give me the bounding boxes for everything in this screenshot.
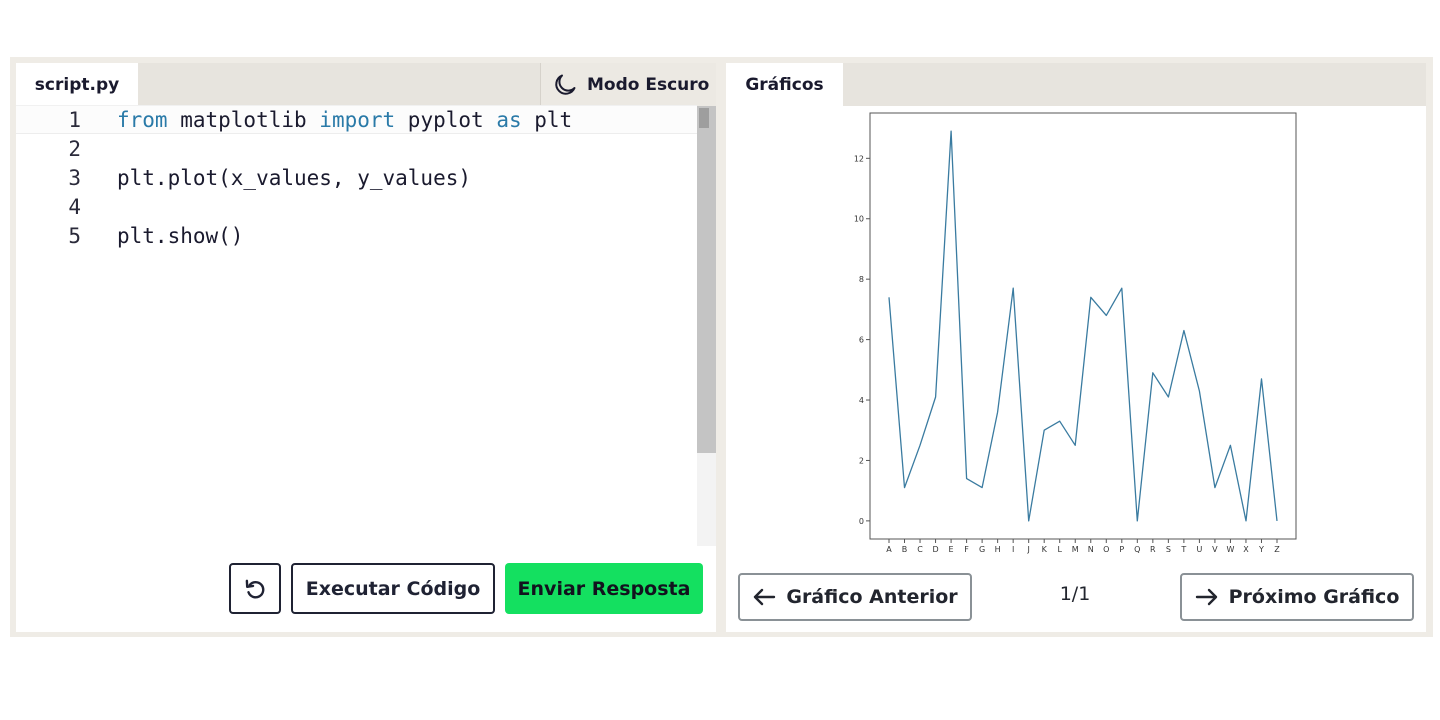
x-tick-label: L	[1057, 545, 1062, 554]
code-keyword: import	[319, 107, 396, 132]
line-number: 5	[68, 223, 81, 248]
previous-chart-label: Gráfico Anterior	[786, 586, 958, 608]
line-chart: 0 2 4 6 8 10 12 A B C D E F G H I J K L M N O P Q R S T U V W X Y Z	[854, 112, 1297, 554]
previous-chart-button[interactable]: Gráfico Anterior	[738, 573, 972, 621]
submit-answer-button[interactable]: Enviar Resposta	[505, 563, 703, 614]
editor-panel: script.py Modo Escuro 1 from matplotlib i…	[16, 63, 716, 632]
y-tick-label: 4	[859, 396, 864, 405]
tab-script-py[interactable]: script.py	[16, 63, 138, 106]
plot-area	[869, 112, 1297, 540]
x-tick-label: K	[1042, 545, 1048, 554]
code-keyword: from	[117, 107, 168, 132]
y-tick-label: 12	[854, 154, 864, 163]
code-token: plt.plot(x_values, y_values)	[117, 165, 472, 190]
run-code-button[interactable]: Executar Código	[291, 563, 495, 614]
x-tick-label: Z	[1274, 545, 1280, 554]
x-tick-label: R	[1150, 545, 1156, 554]
reset-button[interactable]	[229, 563, 281, 614]
x-tick-label: W	[1226, 545, 1234, 554]
code-keyword: as	[496, 107, 522, 132]
x-tick-label: S	[1166, 545, 1171, 554]
charts-tab-bar: Gráficos	[726, 63, 1426, 106]
line-number: 4	[68, 194, 81, 219]
editor-scrollbar-thumb[interactable]	[697, 106, 716, 453]
code-token: matplotlib	[167, 107, 320, 132]
y-tick-label: 0	[859, 517, 864, 526]
code-token: plt	[521, 107, 573, 132]
x-tick-label: B	[902, 545, 908, 554]
x-tick-label: M	[1072, 545, 1079, 554]
y-tick-label: 8	[859, 275, 864, 284]
x-tick-label: P	[1119, 545, 1124, 554]
line-number: 1	[68, 107, 81, 132]
line-number: 3	[68, 165, 81, 190]
x-tick-label: C	[917, 545, 923, 554]
x-tick-label: Q	[1134, 545, 1140, 554]
code-token: pyplot	[395, 107, 497, 132]
line-number: 2	[68, 136, 81, 161]
code-line[interactable]: 1 from matplotlib import pyplot as plt	[16, 105, 697, 134]
x-tick-label: X	[1243, 545, 1249, 554]
y-tick-label: 6	[859, 336, 864, 345]
x-tick-label: F	[964, 545, 969, 554]
next-chart-button[interactable]: Próximo Gráfico	[1180, 573, 1414, 621]
code-editor[interactable]: 1 from matplotlib import pyplot as plt 2 3 p…	[16, 105, 697, 546]
x-tick-label: U	[1196, 545, 1202, 554]
tab-graficos[interactable]: Gráficos	[726, 63, 843, 106]
dark-mode-toggle[interactable]: Modo Escuro	[540, 63, 716, 106]
code-text: from matplotlib import pyplot as plt	[117, 108, 572, 132]
x-tick-label: D	[932, 545, 938, 554]
x-tick-label: N	[1088, 545, 1094, 554]
code-line[interactable]: 2	[16, 134, 697, 163]
x-tick-label: H	[995, 545, 1001, 554]
x-tick-label: V	[1212, 545, 1218, 554]
reset-icon	[245, 579, 265, 598]
x-tick-label: J	[1027, 545, 1030, 554]
editor-tab-bar: script.py Modo Escuro	[16, 63, 716, 106]
code-token: plt.show()	[117, 223, 244, 248]
editor-scrollbar[interactable]	[697, 106, 716, 546]
x-tick-label: E	[949, 545, 954, 554]
code-text: plt.plot(x_values, y_values)	[117, 166, 471, 190]
y-tick-label: 10	[854, 215, 864, 224]
chart-page-indicator: 1/1	[1059, 583, 1091, 605]
x-tick-label: G	[979, 545, 985, 554]
y-tick-label: 2	[859, 456, 864, 465]
arrow-right-icon	[1195, 588, 1217, 606]
moon-icon	[555, 74, 576, 95]
dark-mode-label: Modo Escuro	[587, 74, 710, 95]
next-chart-label: Próximo Gráfico	[1228, 586, 1400, 608]
code-line[interactable]: 3 plt.plot(x_values, y_values)	[16, 163, 697, 192]
arrow-left-icon	[754, 588, 776, 606]
x-tick-label: Y	[1258, 545, 1264, 554]
x-tick-label: I	[1012, 545, 1014, 554]
x-tick-label: T	[1180, 545, 1186, 554]
code-text: plt.show()	[117, 224, 243, 248]
code-line[interactable]: 5 plt.show()	[16, 221, 697, 250]
charts-panel: Gráficos 0 2 4 6 8 10 12 A B C D E F G H I J K L M N O P Q R S T U V…	[726, 63, 1426, 632]
x-tick-label: A	[886, 545, 892, 554]
code-line[interactable]: 4	[16, 192, 697, 221]
x-tick-label: O	[1103, 545, 1109, 554]
